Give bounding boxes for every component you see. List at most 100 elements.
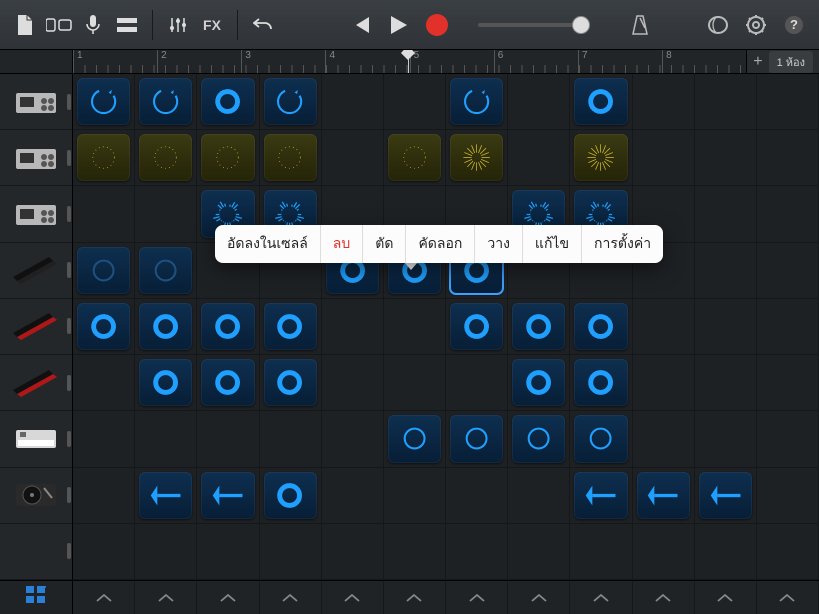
- track-header-keyboard-1[interactable]: [0, 243, 72, 299]
- loop-cell[interactable]: [446, 411, 508, 467]
- loop-pad[interactable]: [450, 134, 503, 181]
- loop-cell[interactable]: [695, 524, 757, 580]
- loop-cell[interactable]: [446, 299, 508, 355]
- menu-item-paste[interactable]: วาง: [475, 225, 523, 263]
- loop-cell[interactable]: [384, 355, 446, 411]
- add-section-icon[interactable]: +: [753, 53, 762, 71]
- loop-pad[interactable]: [450, 78, 503, 125]
- loop-cell[interactable]: [695, 468, 757, 524]
- loop-pad[interactable]: [574, 78, 627, 125]
- loop-cell[interactable]: [570, 299, 632, 355]
- loop-cell[interactable]: [260, 524, 322, 580]
- loop-cell[interactable]: [384, 468, 446, 524]
- loop-pad[interactable]: [201, 472, 254, 519]
- loop-cell[interactable]: [135, 468, 197, 524]
- loop-cell[interactable]: [757, 130, 819, 186]
- track-header-keyboard-3[interactable]: [0, 355, 72, 411]
- loop-pad[interactable]: [264, 134, 317, 181]
- loop-cell[interactable]: [260, 130, 322, 186]
- column-trigger[interactable]: [384, 581, 446, 614]
- settings-gear-icon[interactable]: [739, 8, 773, 42]
- loop-cell[interactable]: [384, 411, 446, 467]
- loop-pad[interactable]: [574, 415, 627, 462]
- loop-pad[interactable]: [574, 303, 627, 350]
- column-trigger[interactable]: [197, 581, 259, 614]
- loop-pad[interactable]: [512, 359, 565, 406]
- loop-cell[interactable]: [73, 468, 135, 524]
- loop-cell[interactable]: [446, 74, 508, 130]
- grid-mode-icon[interactable]: [26, 586, 46, 609]
- loop-pad[interactable]: [139, 134, 192, 181]
- loop-pad[interactable]: [139, 78, 192, 125]
- loop-pad[interactable]: [388, 415, 441, 462]
- column-trigger[interactable]: [73, 581, 135, 614]
- loop-pad[interactable]: [139, 303, 192, 350]
- loop-cell[interactable]: [73, 355, 135, 411]
- column-trigger[interactable]: [570, 581, 632, 614]
- track-header-turntable[interactable]: [0, 468, 72, 524]
- menu-item-edit[interactable]: แก้ไข: [523, 225, 582, 263]
- loop-pad[interactable]: [201, 134, 254, 181]
- loop-cell[interactable]: [570, 411, 632, 467]
- loop-pad[interactable]: [699, 472, 752, 519]
- loop-cell[interactable]: [633, 411, 695, 467]
- loop-pad[interactable]: [512, 303, 565, 350]
- loop-cell[interactable]: [570, 355, 632, 411]
- skip-back-icon[interactable]: [344, 8, 378, 42]
- loop-pad[interactable]: [139, 247, 192, 294]
- loop-cell[interactable]: [508, 299, 570, 355]
- loop-pad[interactable]: [574, 472, 627, 519]
- loop-cell[interactable]: [633, 130, 695, 186]
- fx-button[interactable]: FX: [195, 8, 229, 42]
- column-trigger[interactable]: [757, 581, 819, 614]
- loop-cell[interactable]: [197, 130, 259, 186]
- loop-cell[interactable]: [446, 524, 508, 580]
- loop-cell[interactable]: [73, 524, 135, 580]
- loop-pad[interactable]: [388, 134, 441, 181]
- loop-cell[interactable]: [757, 468, 819, 524]
- loop-cell[interactable]: [197, 411, 259, 467]
- loop-cell[interactable]: [570, 74, 632, 130]
- menu-item-copy[interactable]: คัดลอก: [406, 225, 475, 263]
- loop-cell[interactable]: [508, 355, 570, 411]
- loop-cell[interactable]: [73, 186, 135, 242]
- menu-item-delete[interactable]: ลบ: [321, 225, 363, 263]
- menu-item-record[interactable]: อัดลงในเซลล์: [215, 225, 321, 263]
- loop-cell[interactable]: [384, 130, 446, 186]
- loop-pad[interactable]: [139, 472, 192, 519]
- loop-pad[interactable]: [574, 359, 627, 406]
- loop-cell[interactable]: [135, 411, 197, 467]
- loop-cell[interactable]: [197, 74, 259, 130]
- play-icon[interactable]: [382, 8, 416, 42]
- loop-pad[interactable]: [264, 359, 317, 406]
- loop-pad[interactable]: [139, 359, 192, 406]
- track-header-drum-machine-2[interactable]: [0, 130, 72, 186]
- loop-cell[interactable]: [633, 468, 695, 524]
- loop-cell[interactable]: [260, 299, 322, 355]
- loop-pad[interactable]: [201, 359, 254, 406]
- loop-cell[interactable]: [384, 299, 446, 355]
- view-mode-icon[interactable]: [42, 8, 76, 42]
- loop-cell[interactable]: [135, 243, 197, 299]
- loop-cell[interactable]: [322, 74, 384, 130]
- loop-cell[interactable]: [197, 355, 259, 411]
- volume-slider[interactable]: [478, 23, 588, 27]
- track-volume-handle[interactable]: [67, 375, 71, 391]
- loop-cell[interactable]: [695, 130, 757, 186]
- metronome-icon[interactable]: [623, 8, 657, 42]
- record-icon[interactable]: [420, 8, 454, 42]
- loop-cell[interactable]: [570, 524, 632, 580]
- loop-icon[interactable]: [701, 8, 735, 42]
- loop-cell[interactable]: [570, 130, 632, 186]
- loop-cell[interactable]: [446, 130, 508, 186]
- menu-item-cut[interactable]: ตัด: [363, 225, 406, 263]
- loop-cell[interactable]: [633, 74, 695, 130]
- column-trigger[interactable]: [508, 581, 570, 614]
- loop-cell[interactable]: [633, 524, 695, 580]
- loop-cell[interactable]: [757, 186, 819, 242]
- loop-cell[interactable]: [73, 411, 135, 467]
- loop-cell[interactable]: [322, 468, 384, 524]
- loop-cell[interactable]: [757, 411, 819, 467]
- loop-pad[interactable]: [450, 415, 503, 462]
- loop-pad[interactable]: [77, 134, 130, 181]
